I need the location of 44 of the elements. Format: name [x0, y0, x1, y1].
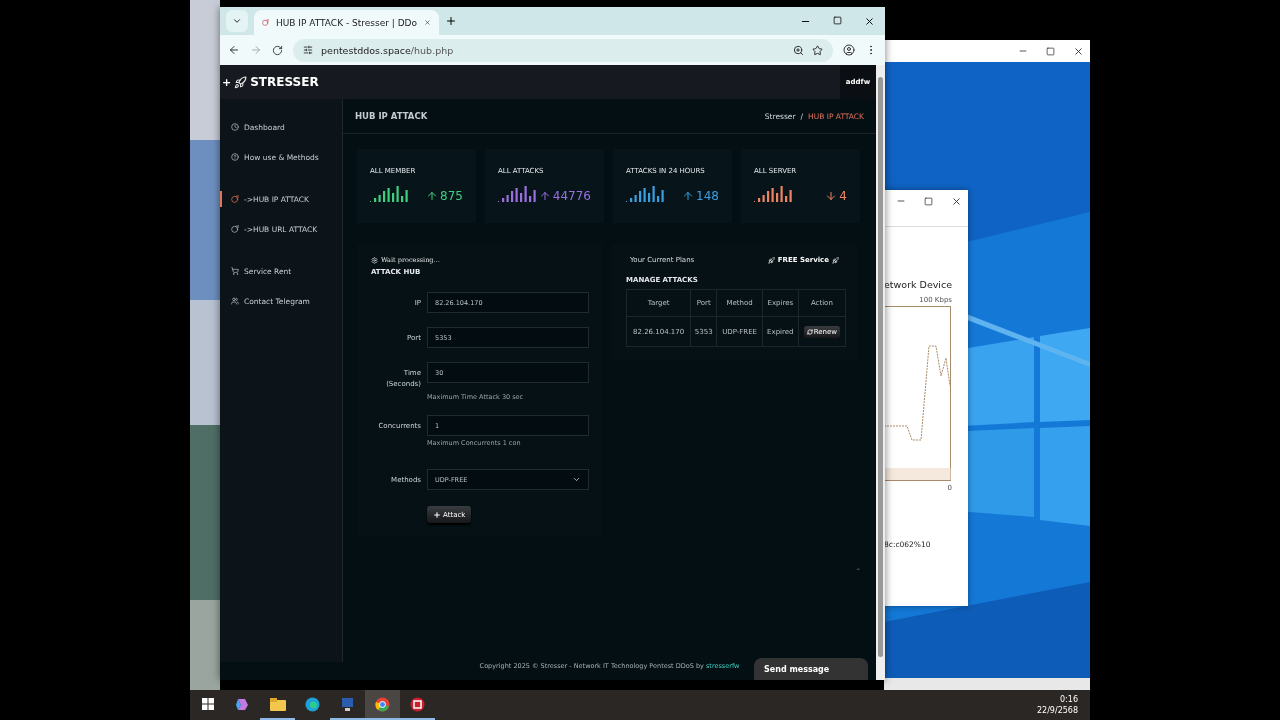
browser-tab[interactable]: HUB IP ATTACK - Stresser | DDo	[254, 10, 439, 35]
bookmark-icon[interactable]	[812, 44, 823, 56]
stat-value: 4	[839, 189, 847, 203]
site-info-icon	[303, 45, 313, 55]
logo-plus: +	[222, 75, 232, 89]
plus-icon	[433, 510, 441, 519]
address-bar[interactable]: pentestddos.space/hub.php	[293, 38, 833, 62]
maximize-icon[interactable]	[1046, 46, 1055, 56]
profile-icon[interactable]	[843, 44, 855, 56]
page-title: HUB IP ATTACK	[355, 111, 428, 121]
chat-button[interactable]: Send message	[754, 658, 868, 680]
stat-value: 44776	[552, 189, 591, 203]
gear-icon	[371, 256, 378, 264]
stat-value: 875	[440, 189, 463, 203]
new-tab-icon[interactable]	[445, 15, 457, 27]
sidebar-icon	[231, 153, 239, 161]
logo-text: STRESSER	[250, 75, 319, 89]
reload-icon[interactable]	[272, 44, 283, 56]
tab-title: HUB IP ATTACK - Stresser | DDo	[275, 17, 418, 28]
rocket-icon	[767, 256, 775, 264]
url-text: pentestddos.space/hub.php	[321, 44, 454, 56]
maximize-icon[interactable]	[833, 16, 842, 25]
bomb-icon	[262, 18, 269, 27]
close-icon[interactable]	[1073, 45, 1084, 57]
rocket-icon	[234, 75, 248, 89]
sidebar-icon	[231, 267, 239, 275]
close-icon[interactable]	[864, 16, 875, 27]
close-icon[interactable]	[951, 195, 962, 207]
refresh-icon	[806, 328, 813, 335]
caret-icon	[572, 475, 581, 484]
maximize-icon[interactable]	[924, 196, 933, 206]
sidebar-icon	[231, 297, 239, 305]
zoom-icon[interactable]	[793, 44, 804, 56]
chrome-icon[interactable]	[365, 690, 400, 720]
rocket-icon	[832, 256, 839, 264]
stat-value: 148	[696, 189, 719, 203]
clock-time: 0:16	[1060, 694, 1078, 705]
sidebar-icon	[231, 123, 239, 131]
chevron-down-icon	[232, 16, 242, 26]
clock-date: 22/9/2568	[1036, 705, 1078, 716]
back-icon[interactable]	[228, 44, 240, 56]
sidebar-icon	[231, 195, 239, 203]
panel-title: etwork Device	[884, 279, 954, 290]
sidebar-icon	[231, 225, 239, 233]
